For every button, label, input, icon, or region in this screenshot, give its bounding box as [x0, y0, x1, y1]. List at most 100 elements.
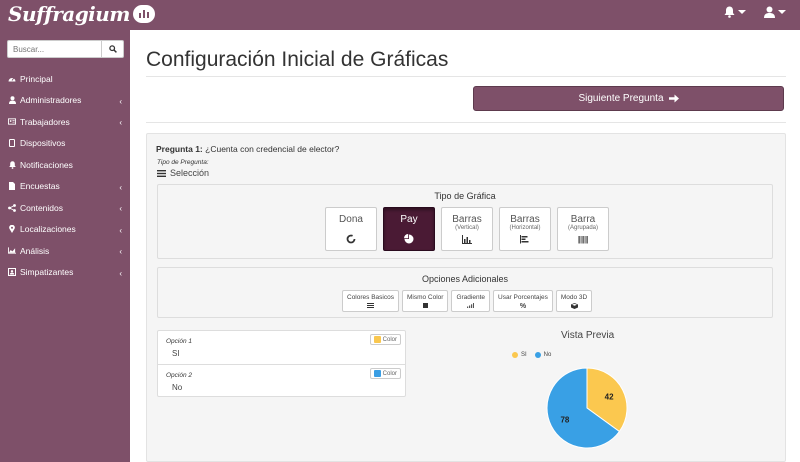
answer-option-row: Opción 1 SI Color — [158, 331, 405, 364]
sidebar-item-contenidos[interactable]: Contenidos ‹ — [0, 197, 130, 219]
notifications-button[interactable] — [724, 6, 746, 18]
chart-type-name: Barras — [510, 214, 540, 225]
answer-options-list: Opción 1 SI Color Opción 2 No Color — [157, 330, 406, 397]
bar-grouped-icon — [578, 236, 588, 244]
option-label: Colores Basicos — [347, 294, 394, 301]
app-name: Suffragium — [8, 2, 130, 26]
chart-type-sub: (Vertical) — [455, 225, 479, 231]
main-content: Configuración Inicial de Gráficas Siguie… — [130, 30, 800, 462]
question-number: Pregunta 1: — [156, 144, 203, 154]
area-chart-icon — [8, 247, 16, 255]
legend-label: No — [543, 352, 552, 358]
question-type-value: Selección — [157, 168, 209, 178]
chart-type-group: Dona Pay Barras (Vertical) Barras (Horiz… — [325, 207, 609, 251]
signal-icon — [467, 303, 475, 308]
sidebar-item-localizaciones[interactable]: Localizaciones ‹ — [0, 219, 130, 241]
sidebar-item-trabajadores[interactable]: Trabajadores ‹ — [0, 111, 130, 133]
color-swatch — [373, 370, 381, 377]
next-question-button[interactable]: Siguiente Pregunta — [473, 86, 784, 111]
sidebar-item-encuestas[interactable]: Encuestas ‹ — [0, 176, 130, 198]
chart-type-bar-vertical-button[interactable]: Barras (Vertical) — [441, 207, 493, 251]
color-button-label: Color — [382, 336, 397, 343]
basic-colors-toggle[interactable]: Colores Basicos — [342, 290, 399, 312]
pie-icon — [404, 234, 414, 244]
dashboard-icon — [8, 75, 16, 83]
bell-icon — [8, 161, 16, 169]
chart-type-sub: (Horizontal) — [509, 225, 541, 231]
logo-chart-bubble-icon — [132, 5, 155, 23]
sidebar-item-notificaciones[interactable]: Notificaciones — [0, 154, 130, 176]
question-line: Pregunta 1: ¿Cuenta con credencial de el… — [156, 144, 339, 154]
donut-icon — [346, 234, 356, 244]
chart-type-bar-grouped-button[interactable]: Barra (Agrupada) — [557, 207, 609, 251]
sidebar-item-dispositivos[interactable]: Dispositivos — [0, 133, 130, 155]
search-button[interactable] — [102, 40, 124, 58]
tablet-icon — [8, 139, 16, 148]
chart-type-panel: Tipo de Gráfica Dona Pay Barras (Vertica… — [157, 184, 773, 259]
user-icon — [764, 6, 775, 18]
bar-vertical-icon — [462, 235, 472, 244]
chart-type-donut-button[interactable]: Dona — [325, 207, 377, 251]
sidebar-item-simpatizantes[interactable]: Simpatizantes ‹ — [0, 262, 130, 284]
pie-data-label: 42 — [605, 393, 614, 402]
user-icon — [8, 96, 16, 105]
same-color-toggle[interactable]: Mismo Color — [401, 290, 449, 312]
color-picker-button[interactable]: Color — [369, 334, 401, 345]
divider — [146, 76, 786, 77]
sidebar-item-label: Encuestas — [20, 181, 60, 192]
option-label: Mismo Color — [406, 294, 444, 301]
3d-mode-toggle[interactable]: Modo 3D — [555, 290, 593, 312]
pie-data-label: 78 — [560, 415, 569, 424]
use-percentages-toggle[interactable]: Usar Porcentajes % — [493, 290, 553, 312]
sidebar-item-analisis[interactable]: Análisis ‹ — [0, 240, 130, 262]
additional-options-panel: Opciones Adicionales Colores Basicos Mis… — [157, 267, 773, 318]
file-icon — [8, 182, 16, 191]
option-label: Usar Porcentajes — [498, 294, 548, 301]
map-marker-icon — [8, 225, 16, 234]
divider — [146, 122, 786, 123]
user-menu-button[interactable] — [764, 6, 786, 18]
question-type-text: Selección — [170, 168, 210, 178]
gradient-toggle[interactable]: Gradiente — [451, 290, 490, 312]
chevron-left-icon: ‹ — [119, 96, 122, 106]
legend-item: No — [534, 352, 552, 358]
list-icon — [157, 169, 166, 177]
id-card-icon — [8, 118, 16, 126]
additional-options-group: Colores Basicos Mismo Color Gradiente Us… — [342, 290, 593, 312]
legend-dot — [512, 352, 518, 358]
answer-option-label: Opción 1 — [166, 338, 193, 345]
chart-type-name: Barra — [570, 214, 596, 225]
chevron-left-icon: ‹ — [119, 225, 122, 235]
question-type-label: Tipo de Pregunta: — [157, 159, 209, 166]
chevron-left-icon: ‹ — [119, 247, 122, 256]
sidebar-item-label: Notificaciones — [20, 159, 73, 170]
contact-card-icon — [8, 268, 16, 277]
percent-icon: % — [519, 303, 527, 310]
search-icon — [108, 45, 117, 53]
color-swatch — [373, 336, 381, 343]
search-input[interactable] — [7, 40, 102, 58]
share-icon — [8, 203, 16, 212]
question-config-card: Pregunta 1: ¿Cuenta con credencial de el… — [146, 133, 786, 462]
sidebar-item-principal[interactable]: Principal — [0, 68, 130, 90]
chevron-left-icon: ‹ — [119, 118, 122, 127]
chart-type-bar-horizontal-button[interactable]: Barras (Horizontal) — [499, 207, 551, 251]
color-picker-button[interactable]: Color — [369, 368, 401, 379]
app-logo[interactable]: Suffragium — [8, 2, 155, 26]
chart-type-title: Tipo de Gráfica — [434, 191, 496, 201]
answer-option-value: No — [172, 383, 183, 392]
sidebar-item-label: Administradores — [20, 95, 82, 106]
chart-type-pie-button[interactable]: Pay — [383, 207, 435, 251]
page-title: Configuración Inicial de Gráficas — [146, 48, 449, 71]
chart-type-name: Dona — [339, 214, 363, 225]
answer-option-label: Opción 2 — [166, 372, 193, 379]
sidebar-item-label: Trabajadores — [20, 116, 70, 127]
chart-type-sub: (Agrupada) — [567, 225, 599, 231]
sidebar-item-label: Principal — [20, 73, 53, 84]
chevron-left-icon: ‹ — [119, 182, 122, 192]
sidebar-item-administradores[interactable]: Administradores ‹ — [0, 90, 130, 112]
chart-type-name: Pay — [400, 214, 418, 225]
legend-item: SI — [512, 352, 527, 358]
chart-legend: SI No — [512, 352, 551, 358]
square-icon — [422, 303, 428, 308]
